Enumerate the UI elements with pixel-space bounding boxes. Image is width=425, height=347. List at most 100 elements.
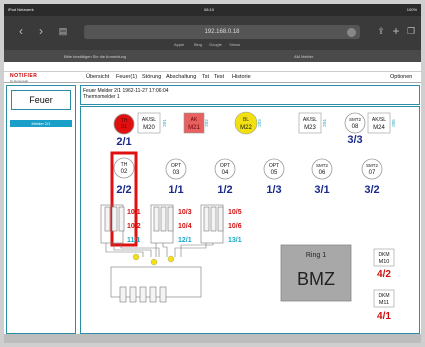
detector-address: 3/2 xyxy=(364,184,379,196)
module-type: AK/SL xyxy=(142,117,156,123)
detector-type: OPT xyxy=(269,163,279,169)
reload-icon[interactable] xyxy=(347,28,356,37)
zone-label: 12/1 xyxy=(178,237,192,244)
alarm-info-box: Feuer Melder 2/1 1962-11-27 17:06:04 The… xyxy=(80,85,420,105)
url-text: 192.168.0.18 xyxy=(204,29,240,35)
favorite-link[interactable]: Google xyxy=(209,42,222,47)
forward-icon[interactable]: › xyxy=(34,24,48,38)
module-side-label: 203 xyxy=(257,119,262,127)
zone-label: 10/1 xyxy=(127,209,141,216)
detector-opt-04[interactable]: OPT 04 1/2 xyxy=(214,158,236,196)
module-m23[interactable]: AK/SL M23 204 xyxy=(298,112,327,134)
favorite-link[interactable]: Bing xyxy=(194,42,202,47)
dkm-type: DKM xyxy=(378,252,389,258)
detector-type: SMT2 xyxy=(316,163,328,168)
tab-melder[interactable]: AM Melder xyxy=(294,54,313,59)
menu-historie[interactable]: Historie xyxy=(232,74,251,80)
detector-address: 3/1 xyxy=(314,184,329,196)
menu-test[interactable]: Test xyxy=(214,74,224,80)
module-m22[interactable]: BL M22 203 xyxy=(234,111,262,135)
dkm-m10[interactable]: DKM M10 4/2 xyxy=(373,248,395,280)
detector-smt2-08[interactable]: SMT2 08 3/3 xyxy=(344,112,366,146)
menu-stoerung[interactable]: Störung xyxy=(142,74,161,80)
feuer-button[interactable]: Feuer xyxy=(11,90,71,110)
left-panel: Feuer Melder 2/1 xyxy=(6,85,76,334)
bmz-label: BMZ xyxy=(297,269,335,289)
module-number: M24 xyxy=(373,125,385,131)
module-type: AK/SL xyxy=(372,117,386,123)
menu-feuer[interactable]: Feuer(1) xyxy=(116,74,137,80)
wiring-schematic xyxy=(100,204,224,303)
detector-number: 04 xyxy=(222,170,229,176)
detector-type: SMT2 xyxy=(366,163,378,168)
detector-address: 2/1 xyxy=(116,136,131,148)
melder-list-item[interactable]: Melder 2/1 xyxy=(10,120,72,127)
dkm-type: DKM xyxy=(378,293,389,299)
dkm-m11[interactable]: DKM M11 4/1 xyxy=(373,289,395,322)
favorite-link[interactable]: Apple xyxy=(174,42,184,47)
detector-number: 07 xyxy=(369,170,376,176)
clock-text: 08:10 xyxy=(204,7,215,12)
module-m21[interactable]: AK M21 202 xyxy=(183,112,209,134)
menu-optionen[interactable]: Optionen xyxy=(390,74,412,80)
module-side-label: 201 xyxy=(162,119,167,127)
zone-label: 10/3 xyxy=(178,209,192,216)
url-field[interactable]: 192.168.0.18 xyxy=(84,25,360,39)
alarm-info-detail: Thermomelder 1 xyxy=(83,94,120,100)
main-menu: NOTIFIER by Honeywell Übersicht Feuer(1)… xyxy=(4,71,421,83)
detector-smt2-07[interactable]: SMT2 07 3/2 xyxy=(361,158,383,196)
detector-opt-05[interactable]: OPT 05 1/3 xyxy=(263,158,285,196)
fire-panel-app: NOTIFIER by Honeywell Übersicht Feuer(1)… xyxy=(4,62,421,334)
detector-address: 1/2 xyxy=(217,184,232,196)
module-type: AK xyxy=(191,117,198,123)
tab-login[interactable]: Bitte bestätigen Sie die Anmeldung xyxy=(64,54,126,59)
bookmarks-icon[interactable]: ▤ xyxy=(56,24,70,38)
detector-smt2-06[interactable]: SMT2 06 3/1 xyxy=(311,158,333,196)
menu-tst[interactable]: Tst xyxy=(202,74,209,80)
detector-type: TH xyxy=(121,162,128,168)
detector-th-01[interactable]: TH 01 2/1 xyxy=(113,113,135,148)
favorite-link[interactable]: Yahoo xyxy=(229,42,240,47)
detector-number: 08 xyxy=(352,124,359,130)
detector-address: 1/3 xyxy=(266,184,281,196)
new-tab-icon[interactable]: + xyxy=(389,24,403,38)
detector-type: SMT2 xyxy=(349,117,361,122)
detector-type: OPT xyxy=(220,163,230,169)
favorites-bar: Apple Bing Google Yahoo xyxy=(4,42,421,50)
menu-uebersicht[interactable]: Übersicht xyxy=(86,74,109,80)
module-m24[interactable]: AK/SL M24 205 xyxy=(367,112,396,134)
detector-number: 03 xyxy=(173,170,180,176)
tabs-icon[interactable]: ❐ xyxy=(404,24,418,38)
module-number: M21 xyxy=(188,125,200,131)
detector-th-02[interactable]: TH 02 2/2 xyxy=(113,157,135,196)
module-side-label: 205 xyxy=(391,119,396,127)
zone-label: 13/1 xyxy=(228,237,242,244)
dkm-address: 4/2 xyxy=(377,269,391,280)
bottom-bezel xyxy=(4,334,421,343)
detector-number: 06 xyxy=(319,170,326,176)
detector-address: 2/2 xyxy=(116,184,131,196)
detector-opt-03[interactable]: OPT 03 1/1 xyxy=(165,158,187,196)
detector-address: 3/3 xyxy=(347,134,362,146)
module-side-label: 204 xyxy=(322,119,327,127)
zone-label: 10/4 xyxy=(178,223,192,230)
floor-plan-canvas: TH 01 2/1 AK/SL M20 201 AK M21 202 BL M2… xyxy=(100,111,396,322)
ios-statusbar: iPad Netzwerk 08:10 100% xyxy=(4,4,421,16)
detector-number: 01 xyxy=(121,124,127,130)
logo-subtitle: by Honeywell xyxy=(10,79,28,83)
bmz-panel[interactable]: Ring 1 BMZ xyxy=(280,244,352,302)
zone-label: 11/1 xyxy=(127,237,140,244)
module-number: M20 xyxy=(143,125,155,131)
browser-tab-strip: Bitte bestätigen Sie die Anmeldung AM Me… xyxy=(4,50,421,62)
battery-text: 100% xyxy=(406,7,417,12)
dkm-number: M11 xyxy=(379,300,389,306)
module-m20[interactable]: AK/SL M20 201 xyxy=(137,112,167,134)
share-icon[interactable]: ⇪ xyxy=(374,24,388,38)
status-leds xyxy=(132,253,175,266)
detector-number: 05 xyxy=(271,170,278,176)
menu-abschaltung[interactable]: Abschaltung xyxy=(166,74,196,80)
module-number: M22 xyxy=(240,125,252,131)
zone-label: 10/2 xyxy=(127,223,141,230)
detector-type: OPT xyxy=(171,163,181,169)
back-icon[interactable]: ‹ xyxy=(14,24,28,38)
